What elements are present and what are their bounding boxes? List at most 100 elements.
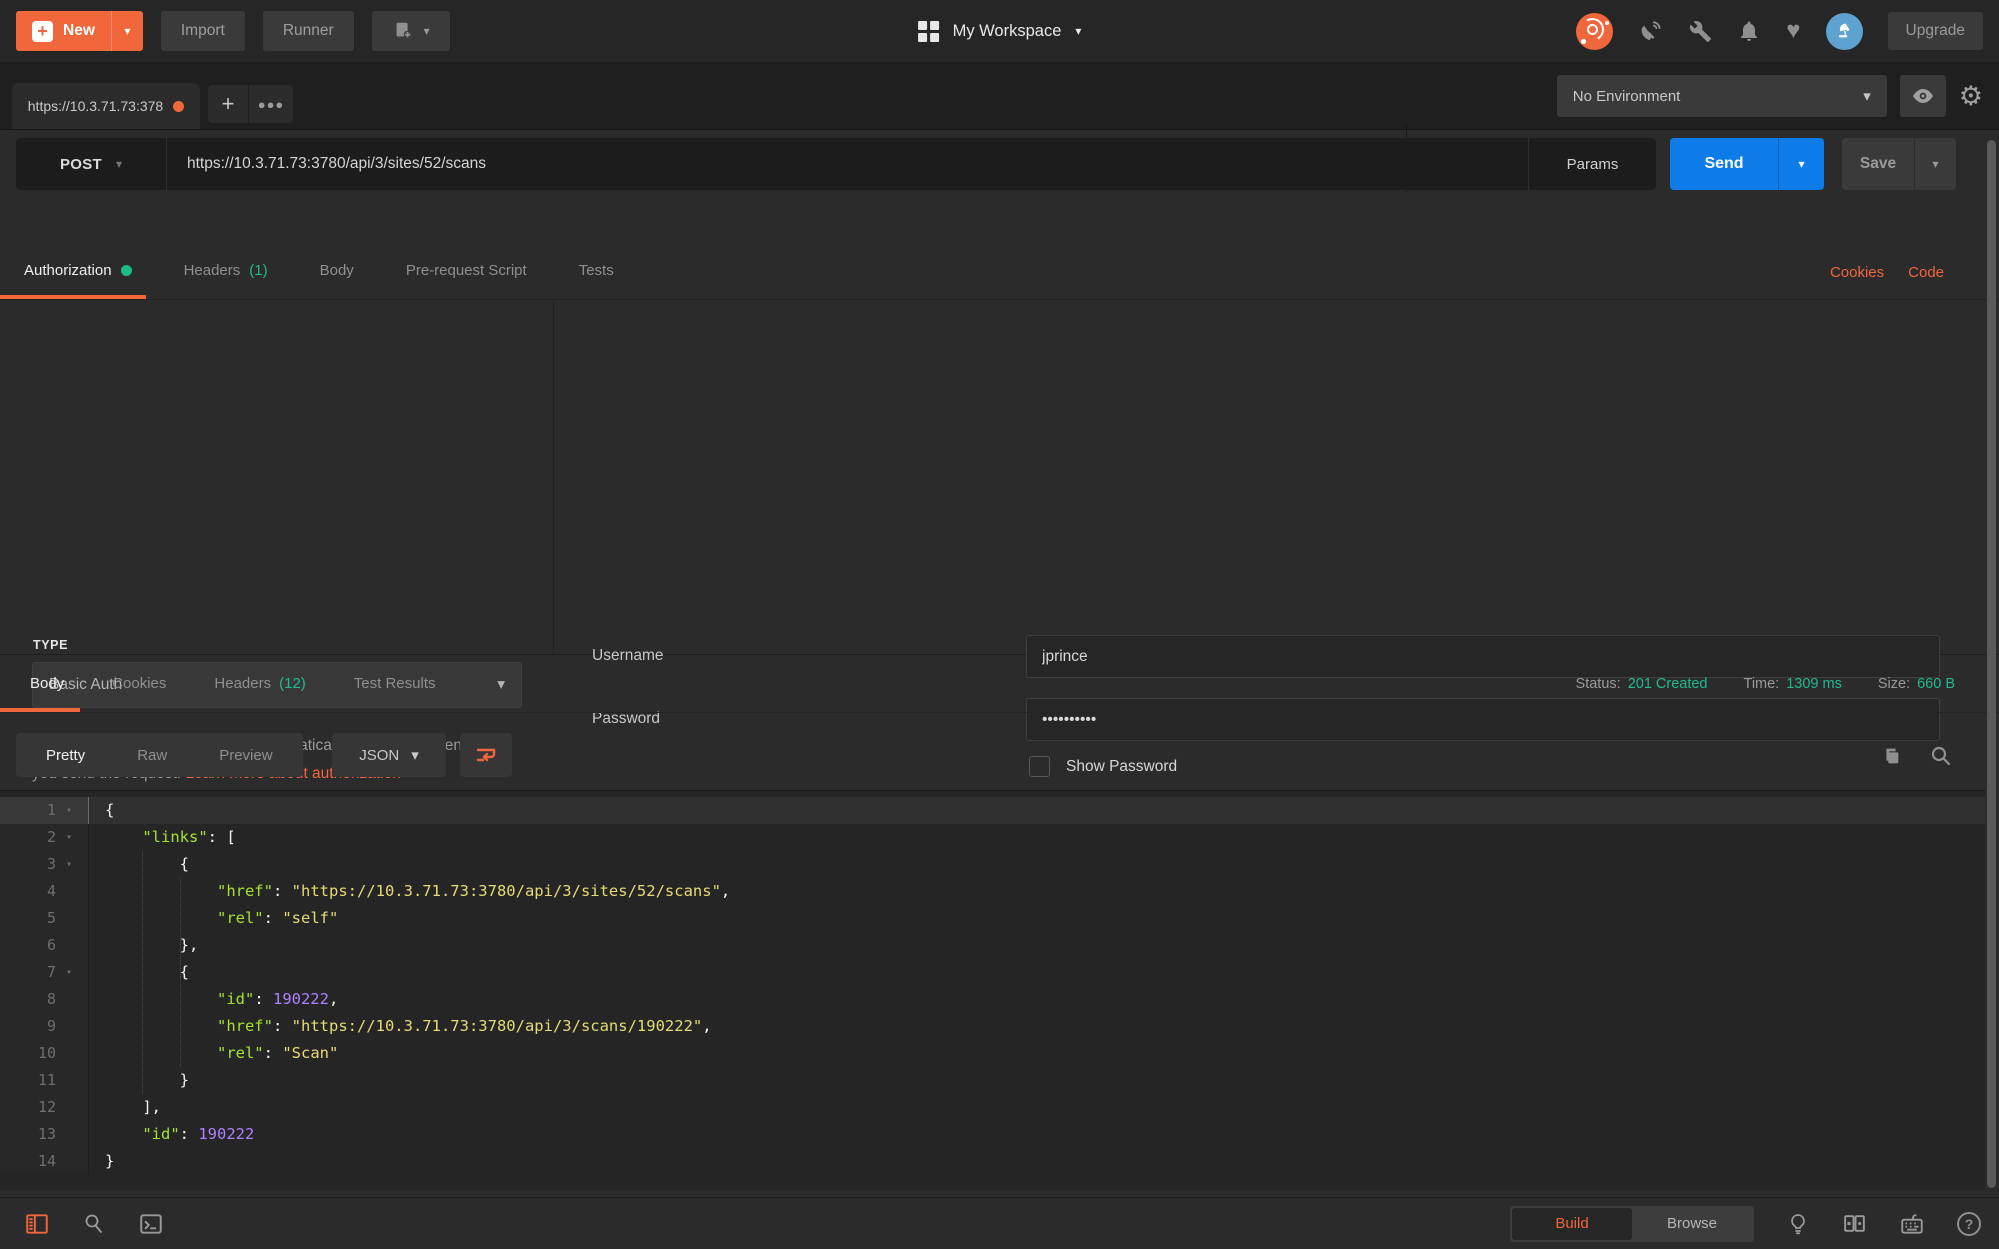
save-button[interactable]: Save ▾ (1842, 138, 1956, 190)
line-number: 1 (0, 797, 56, 824)
response-tab-headers-label: Headers (214, 675, 271, 692)
new-window-button[interactable]: ▾ (372, 11, 450, 51)
fold-spacer (56, 986, 82, 1013)
response-tab-test-results[interactable]: Test Results (354, 655, 436, 712)
fold-toggle-icon[interactable]: ▾ (56, 959, 82, 986)
fold-toggle-icon[interactable]: ▾ (56, 851, 82, 878)
tab-body[interactable]: Body (320, 262, 354, 299)
request-tab-title: https://10.3.71.73:378 (28, 98, 163, 114)
avatar[interactable] (1826, 13, 1863, 50)
code-line: 11 } (0, 1067, 1985, 1094)
request-url-bar: POST ▾ https://10.3.71.73:3780/api/3/sit… (16, 138, 1656, 190)
search-icon[interactable] (1929, 744, 1953, 768)
fold-toggle-icon[interactable]: ▾ (56, 797, 82, 824)
two-pane-view-icon[interactable] (1842, 1211, 1867, 1236)
fold-spacer (56, 1094, 82, 1121)
line-number: 14 (0, 1148, 56, 1175)
line-number: 13 (0, 1121, 56, 1148)
view-mode-raw[interactable]: Raw (111, 747, 193, 764)
send-button-main[interactable]: Send (1670, 138, 1778, 190)
help-icon[interactable]: ? (1957, 1212, 1981, 1236)
new-dropdown-button[interactable]: ▾ (111, 11, 143, 51)
params-button[interactable]: Params (1528, 138, 1656, 190)
settings-gear-icon[interactable]: ⚙ (1959, 83, 1983, 110)
vertical-scrollbar[interactable] (1987, 140, 1996, 1188)
code-line: 8 "id": 190222, (0, 986, 1985, 1013)
tab-pre-request-script-label: Pre-request Script (406, 262, 527, 279)
code-line: 4 "href": "https://10.3.71.73:3780/api/3… (0, 878, 1985, 905)
line-number: 6 (0, 932, 56, 959)
chevron-down-icon: ▾ (116, 158, 122, 170)
save-button-main[interactable]: Save (1842, 138, 1914, 190)
favorites-heart-icon[interactable]: ♥ (1786, 19, 1800, 43)
open-new-tab-button[interactable]: + (208, 85, 248, 123)
response-body-editor[interactable]: 1▾{2▾ "links": [3▾ {4 "href": "https://1… (0, 790, 1985, 1190)
tab-tests[interactable]: Tests (579, 262, 614, 299)
copy-icon[interactable] (1880, 745, 1902, 767)
code-lines: 1▾{2▾ "links": [3▾ {4 "href": "https://1… (0, 791, 1985, 1175)
sync-status-icon[interactable] (1576, 13, 1613, 50)
browse-toggle[interactable]: Browse (1632, 1208, 1752, 1240)
send-button[interactable]: Send ▾ (1670, 138, 1824, 190)
request-tab[interactable]: https://10.3.71.73:378 (12, 83, 200, 129)
indent-guide (142, 851, 143, 1094)
wrap-text-button[interactable] (460, 733, 512, 777)
send-dropdown-button[interactable]: ▾ (1778, 138, 1824, 190)
new-button[interactable]: + New ▾ (16, 11, 143, 51)
line-number: 9 (0, 1013, 56, 1040)
code-line: 1▾{ (0, 797, 1985, 824)
url-input[interactable]: https://10.3.71.73:3780/api/3/sites/52/s… (167, 155, 1528, 173)
status-value: 201 Created (1628, 676, 1708, 692)
fold-spacer (56, 932, 82, 959)
tab-options-button[interactable]: ●●● (249, 85, 293, 123)
response-tab-cookies[interactable]: Cookies (112, 655, 166, 712)
status-label: Status: (1576, 676, 1621, 692)
workspace-switcher[interactable]: My Workspace ▾ (918, 0, 1082, 62)
view-mode-pretty[interactable]: Pretty (20, 747, 111, 764)
request-editor-tabs: Authorization Headers (1) Body Pre-reque… (0, 190, 1999, 300)
build-toggle[interactable]: Build (1512, 1208, 1632, 1240)
toggle-sidebar-icon[interactable] (24, 1211, 50, 1237)
chevron-down-icon: ▾ (1932, 158, 1938, 170)
import-button[interactable]: Import (161, 11, 245, 51)
runner-button-label: Runner (283, 22, 334, 40)
environment-select[interactable]: No Environment ▾ (1557, 75, 1887, 117)
fold-toggle-icon[interactable]: ▾ (56, 824, 82, 851)
line-number: 5 (0, 905, 56, 932)
code-line: 7▾ { (0, 959, 1985, 986)
keyboard-shortcuts-icon[interactable] (1899, 1211, 1925, 1237)
chevron-down-icon: ▾ (1075, 25, 1081, 37)
tab-headers[interactable]: Headers (1) (184, 262, 268, 299)
line-number: 3 (0, 851, 56, 878)
find-icon[interactable] (82, 1212, 106, 1236)
environment-quick-look-button[interactable] (1900, 75, 1946, 117)
tab-headers-count: (1) (249, 262, 267, 279)
line-number: 10 (0, 1040, 56, 1067)
console-icon[interactable] (138, 1211, 164, 1237)
tab-authorization[interactable]: Authorization (24, 262, 132, 299)
save-dropdown-button[interactable]: ▾ (1914, 138, 1956, 190)
upgrade-button[interactable]: Upgrade (1888, 12, 1983, 50)
runner-button[interactable]: Runner (263, 11, 354, 51)
status-bar-left (24, 1198, 164, 1249)
settings-wrench-icon[interactable] (1689, 20, 1712, 43)
plus-icon: + (32, 21, 53, 42)
cookies-link[interactable]: Cookies (1830, 264, 1884, 281)
view-mode-preview[interactable]: Preview (193, 747, 298, 764)
code-link[interactable]: Code (1908, 264, 1944, 281)
method-select[interactable]: POST ▾ (16, 156, 166, 173)
tips-bulb-icon[interactable] (1786, 1212, 1810, 1236)
fold-spacer (56, 1040, 82, 1067)
new-button-main[interactable]: + New (16, 11, 111, 51)
notifications-bell-icon[interactable] (1737, 19, 1761, 43)
params-button-label: Params (1567, 156, 1619, 173)
size-value: 660 B (1917, 676, 1955, 692)
tab-pre-request-script[interactable]: Pre-request Script (406, 262, 527, 299)
format-select[interactable]: JSON ▾ (332, 733, 446, 777)
line-number: 12 (0, 1094, 56, 1121)
chevron-down-icon: ▾ (411, 748, 419, 763)
interceptor-icon[interactable] (1638, 18, 1664, 44)
header-bar: + New ▾ Import Runner ▾ My Workspace ▾ (0, 0, 1999, 62)
response-tab-headers[interactable]: Headers (12) (214, 655, 305, 712)
response-tab-body[interactable]: Body (30, 655, 64, 712)
